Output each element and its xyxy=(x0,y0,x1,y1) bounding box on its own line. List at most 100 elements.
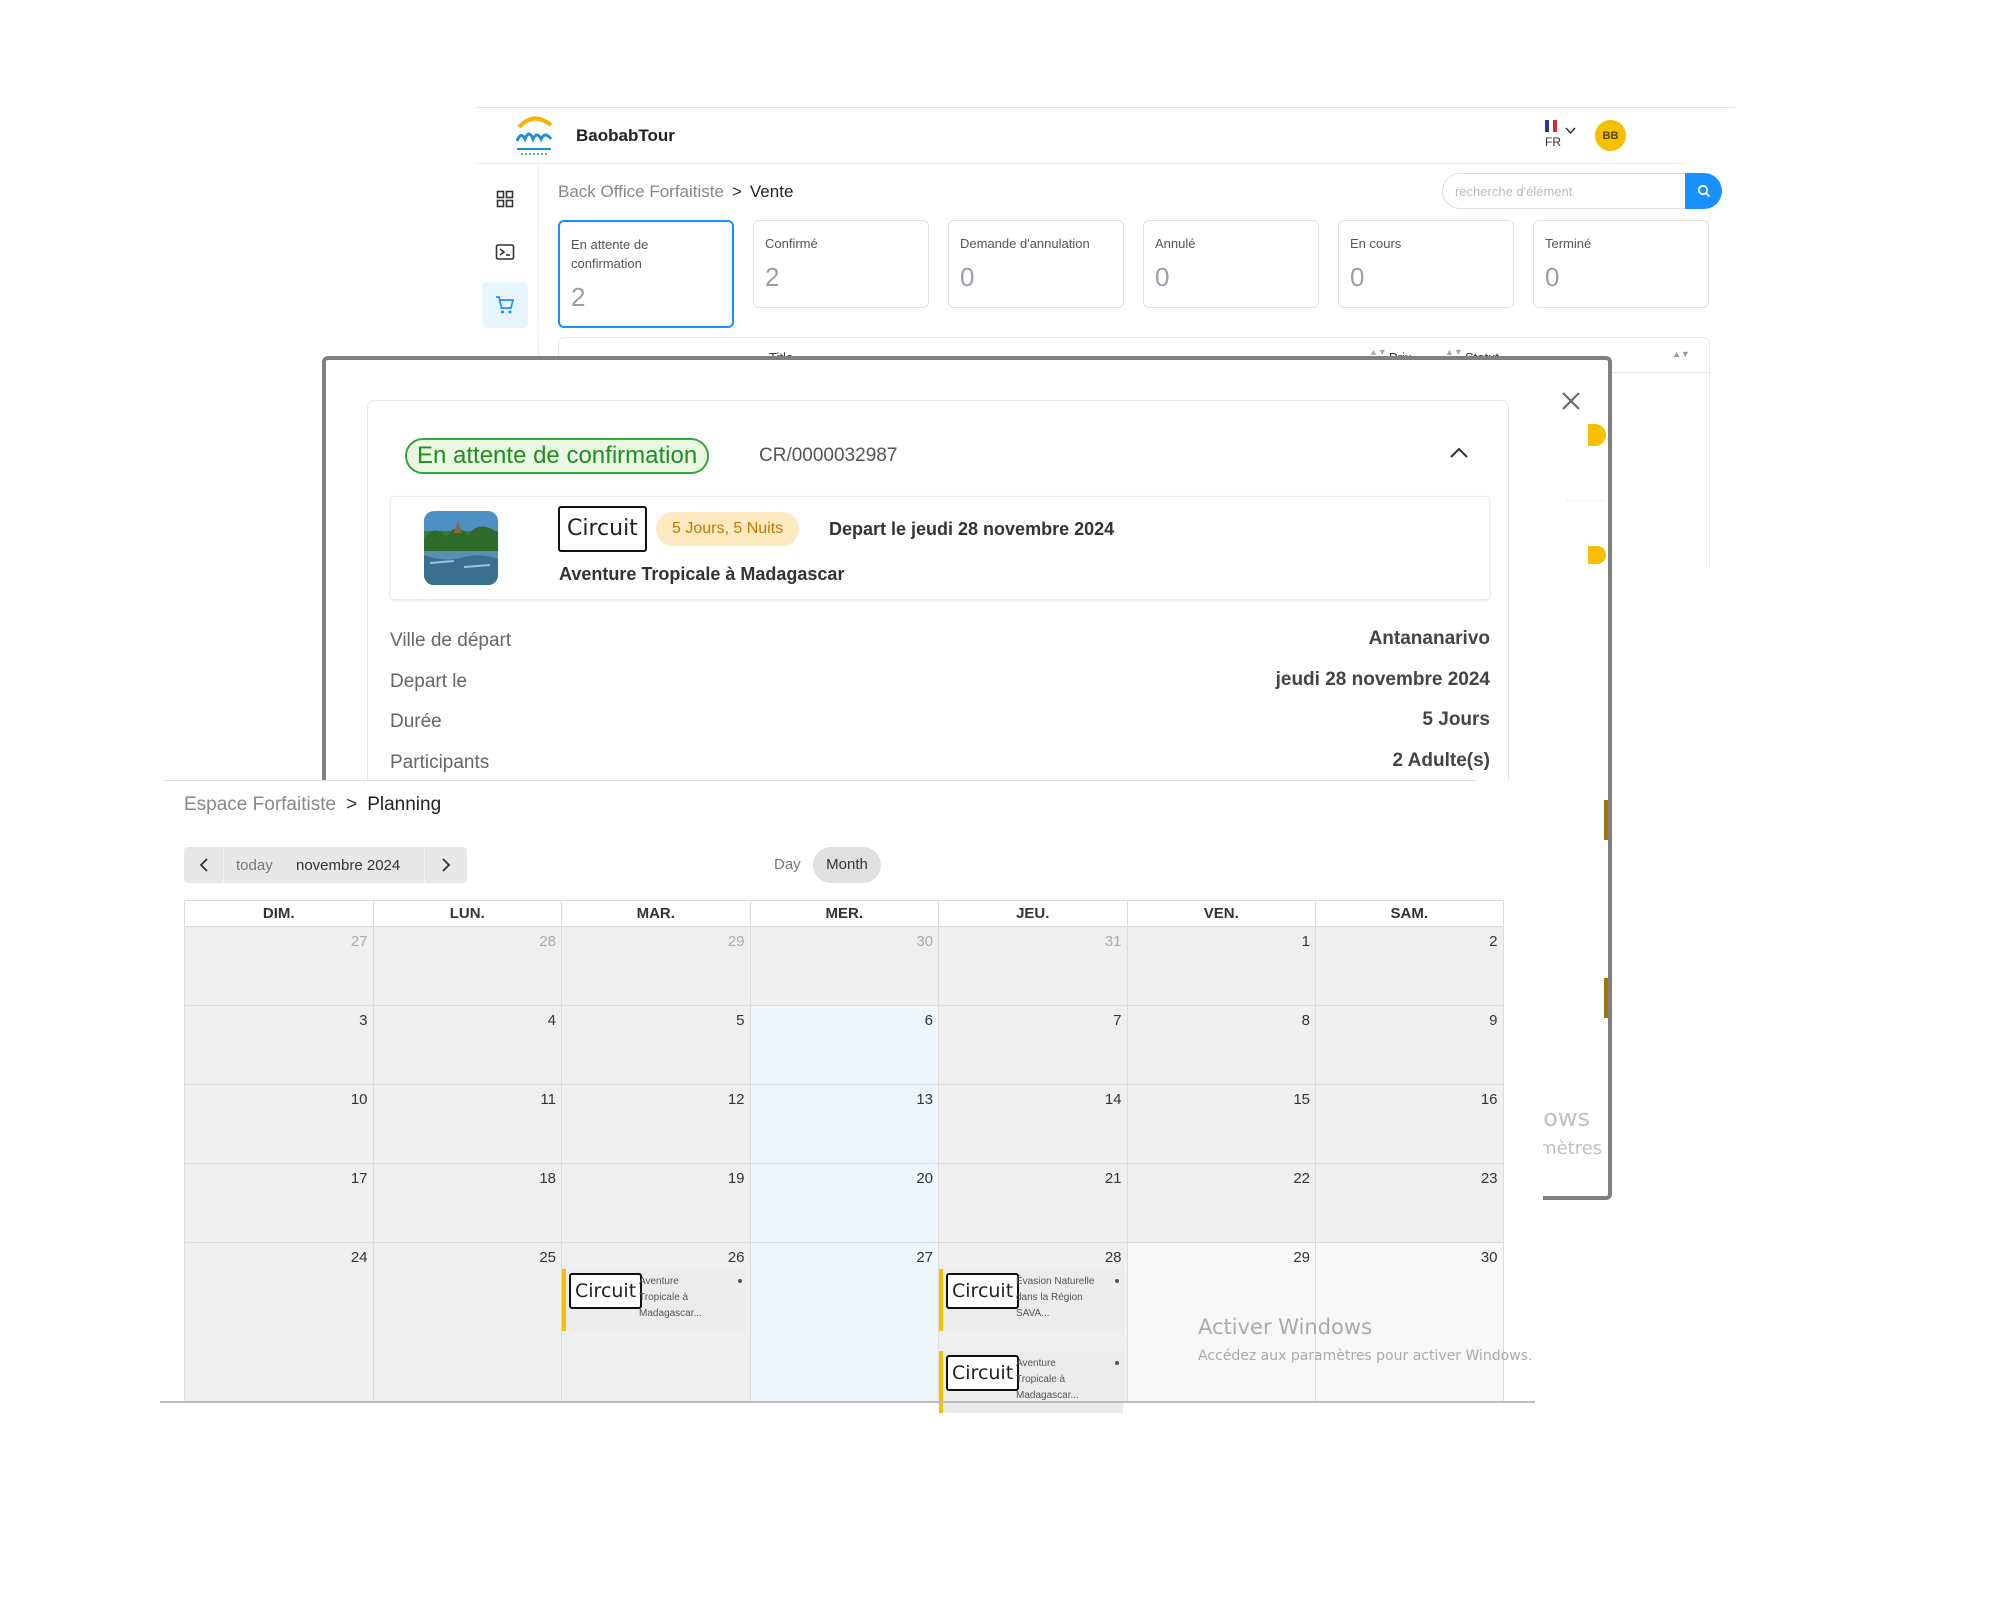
calendar-day[interactable]: 10 xyxy=(184,1085,373,1164)
calendar-day[interactable]: 23 xyxy=(1315,1164,1504,1243)
status-card-confirmed[interactable]: Confirmé 2 xyxy=(753,220,929,308)
background-avatar-fragment xyxy=(1588,546,1606,564)
weekday-label: DIM. xyxy=(184,900,373,927)
calendar-day[interactable]: 4 xyxy=(372,1006,561,1085)
status-card-value: 0 xyxy=(1350,262,1365,292)
background-avatar-fragment xyxy=(1588,424,1606,446)
calendar-event[interactable]: Circuit Aventure Tropicale à Madagascar..… xyxy=(939,1351,1123,1413)
calendar-day[interactable]: 8 xyxy=(1126,1006,1315,1085)
detail-value: 2 Adulte(s) xyxy=(1392,750,1490,771)
duration-badge: 5 Jours, 5 Nuits xyxy=(656,512,800,546)
day-number: 7 xyxy=(1113,1012,1122,1029)
calendar-day[interactable]: 1 xyxy=(1126,927,1315,1006)
close-icon[interactable] xyxy=(1558,388,1584,414)
today-button[interactable]: today xyxy=(236,857,273,874)
reservation-reference: CR/0000032987 xyxy=(759,445,898,466)
calendar-day[interactable]: 3 xyxy=(184,1006,373,1085)
weekday-label: JEU. xyxy=(938,900,1127,927)
day-number: 13 xyxy=(916,1091,933,1108)
day-number: 15 xyxy=(1293,1091,1310,1108)
chevron-left-icon xyxy=(199,858,208,872)
day-number: 8 xyxy=(1301,1012,1310,1029)
calendar-event[interactable]: Circuit Aventure Tropicale à Madagascar..… xyxy=(562,1269,746,1331)
language-selector[interactable]: FR xyxy=(1543,120,1583,154)
calendar-day[interactable]: 5 xyxy=(561,1006,750,1085)
day-number: 24 xyxy=(350,1249,368,1266)
next-month-button[interactable] xyxy=(424,847,467,883)
terminal-icon[interactable] xyxy=(482,229,528,275)
windows-activation-subtitle: Accédez aux paramètres pour activer Wind… xyxy=(1198,1348,1533,1364)
chevron-up-icon[interactable] xyxy=(1448,445,1470,461)
status-card-cancelled[interactable]: Annulé 0 xyxy=(1143,220,1319,308)
status-card-in-progress[interactable]: En cours 0 xyxy=(1338,220,1514,308)
search-button[interactable] xyxy=(1685,173,1722,209)
detail-label: Ville de départ xyxy=(390,630,512,651)
breadcrumb-parent[interactable]: Espace Forfaitiste xyxy=(184,794,336,815)
calendar-day[interactable]: 14 xyxy=(938,1085,1127,1164)
detail-label: Participants xyxy=(390,752,490,773)
day-number: 31 xyxy=(1104,933,1122,950)
day-number: 2 xyxy=(1489,933,1498,950)
dashboard-icon[interactable] xyxy=(482,176,528,222)
day-number: 29 xyxy=(727,933,745,950)
calendar-day[interactable]: 27 xyxy=(184,927,373,1006)
calendar-day[interactable]: 17 xyxy=(184,1164,373,1243)
day-number: 28 xyxy=(1104,1249,1122,1266)
sort-icon[interactable]: ▲▼ xyxy=(1672,349,1690,359)
event-dot-icon xyxy=(738,1279,742,1283)
calendar-week: 3 4 5 6 7 8 9 xyxy=(184,1006,1504,1085)
calendar-day[interactable]: 13 xyxy=(749,1085,938,1164)
calendar-day[interactable]: 6 xyxy=(749,1006,938,1085)
calendar-day[interactable]: 22 xyxy=(1126,1164,1315,1243)
calendar-day[interactable]: 24 xyxy=(184,1243,373,1403)
status-card-cancel-request[interactable]: Demande d'annulation 0 xyxy=(948,220,1124,308)
weekday-label: MER. xyxy=(749,900,938,927)
user-avatar[interactable]: BB xyxy=(1595,120,1626,151)
cart-icon[interactable] xyxy=(482,282,528,328)
calendar-day[interactable]: 26 Circuit Aventure Tropicale à Madagascar… xyxy=(561,1243,750,1403)
calendar-day[interactable]: 31 xyxy=(938,927,1127,1006)
breadcrumb-parent[interactable]: Back Office Forfaitiste xyxy=(558,182,724,201)
event-dot-icon xyxy=(1115,1279,1119,1283)
calendar-event[interactable]: Circuit Évasion Naturelle dans la Région … xyxy=(939,1269,1123,1331)
day-number: 20 xyxy=(916,1170,933,1187)
calendar-day[interactable]: 15 xyxy=(1126,1085,1315,1164)
calendar-day[interactable]: 2 xyxy=(1315,927,1504,1006)
status-card-label: En cours xyxy=(1350,236,1402,251)
calendar-day[interactable]: 19 xyxy=(561,1164,750,1243)
calendar-day[interactable]: 12 xyxy=(561,1085,750,1164)
calendar-day[interactable]: 7 xyxy=(938,1006,1127,1085)
background-event-fragment xyxy=(1604,800,1608,840)
status-card-pending[interactable]: En attente de confirmation 2 xyxy=(558,220,734,328)
status-card-finished[interactable]: Terminé 0 xyxy=(1533,220,1709,308)
search-input[interactable]: recherche d'élément xyxy=(1442,173,1690,209)
status-card-label: Terminé xyxy=(1545,236,1592,251)
calendar-day[interactable]: 28 Circuit Évasion Naturelle dans la Régio… xyxy=(938,1243,1127,1413)
day-number: 28 xyxy=(539,933,556,950)
previous-month-button[interactable] xyxy=(184,847,224,883)
planning-window: Espace Forfaitiste > Planning today novemb… xyxy=(160,780,1543,1413)
calendar-navigation: today novembre 2024 xyxy=(184,847,467,883)
calendar-day[interactable]: 25 xyxy=(372,1243,561,1403)
calendar-day[interactable]: 28 xyxy=(372,927,561,1006)
brand-logo-icon[interactable] xyxy=(511,113,557,157)
product-title: Aventure Tropicale à Madagascar xyxy=(559,564,845,584)
day-number: 26 xyxy=(727,1249,745,1266)
calendar-day[interactable]: 11 xyxy=(372,1085,561,1164)
status-card-value: 2 xyxy=(571,282,586,312)
calendar-day[interactable]: 18 xyxy=(372,1164,561,1243)
calendar-day[interactable]: 9 xyxy=(1315,1006,1504,1085)
view-day-button[interactable]: Day xyxy=(774,856,801,873)
calendar-day[interactable]: 30 xyxy=(749,927,938,1006)
product-summary: Circuit 5 Jours, 5 Nuits Depart le jeudi… xyxy=(390,496,1490,600)
view-month-button[interactable]: Month xyxy=(813,847,881,883)
calendar-day[interactable]: 27 xyxy=(749,1243,938,1403)
chevron-down-icon xyxy=(1565,126,1576,138)
france-flag-icon xyxy=(1545,120,1557,132)
day-number: 12 xyxy=(727,1091,745,1108)
calendar-day[interactable]: 29 xyxy=(561,927,750,1006)
day-number: 27 xyxy=(916,1249,933,1266)
calendar-day[interactable]: 20 xyxy=(749,1164,938,1243)
calendar-day[interactable]: 16 xyxy=(1315,1085,1504,1164)
calendar-day[interactable]: 21 xyxy=(938,1164,1127,1243)
